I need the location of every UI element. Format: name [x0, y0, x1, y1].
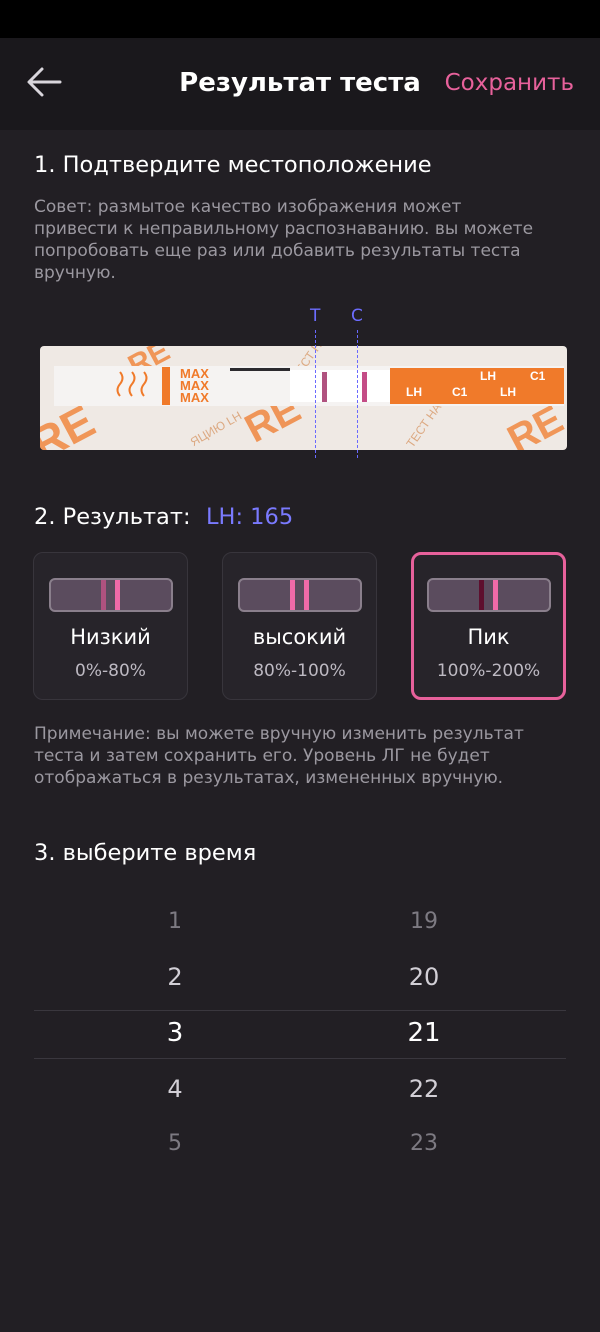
lh-value: LH: 165	[206, 504, 294, 530]
hour-item[interactable]: 2	[115, 963, 235, 991]
step1-hint: Совет: размытое качество изображения мож…	[34, 196, 574, 284]
t-line-peak	[479, 580, 484, 610]
option-range: 80%-100%	[253, 661, 346, 681]
step2-title: 2. Результат:	[34, 504, 191, 530]
marker-t-label: T	[310, 306, 321, 326]
minute-item[interactable]: 20	[364, 963, 484, 991]
minute-item-selected[interactable]: 21	[364, 1018, 484, 1048]
strip-icon	[49, 578, 173, 612]
save-button[interactable]: Сохранить	[445, 70, 574, 96]
option-peak[interactable]: Пик 100%-200%	[411, 552, 566, 700]
strip-max-text: MAX	[180, 390, 209, 405]
step2-note: Примечание: вы можете вручную изменить р…	[34, 723, 574, 789]
hint-line: попробовать еще раз или добавить результ…	[34, 241, 521, 261]
hour-item-selected[interactable]: 3	[115, 1018, 235, 1048]
minute-item[interactable]: 23	[364, 1131, 484, 1156]
picker-selection-top-divider	[34, 1010, 566, 1011]
step1-title: 1. Подтвердите местоположение	[34, 152, 432, 178]
time-picker[interactable]: 1 2 3 4 5 19 20 21 22 23	[34, 890, 566, 1180]
step3-title: 3. выберите время	[34, 840, 257, 866]
t-line-low	[101, 580, 106, 610]
option-name: Низкий	[70, 625, 151, 649]
strip-markers: T C	[0, 306, 600, 330]
option-name: высокий	[252, 625, 347, 649]
t-line-guide[interactable]	[315, 330, 316, 458]
strip-icon	[238, 578, 362, 612]
arrow-left-icon[interactable]	[24, 62, 64, 102]
strip-c1-text: C1	[452, 385, 468, 399]
test-strip-photo: RE RE RE RE ТЕСТ НА ЯЦИЮ LH ТЕСТ НА MAX …	[40, 346, 567, 450]
note-line: теста и затем сохранить его. Уровень ЛГ …	[34, 746, 490, 766]
nav-bar: Результат теста Сохранить	[0, 38, 600, 130]
marker-c-label: C	[351, 306, 363, 326]
option-name: Пик	[467, 625, 510, 649]
hint-line: вручную.	[34, 263, 116, 283]
picker-selection-bottom-divider	[34, 1058, 566, 1059]
strip-lh-text: LH	[406, 385, 422, 399]
minute-item[interactable]: 19	[364, 909, 484, 934]
option-high[interactable]: высокий 80%-100%	[222, 552, 377, 700]
c-line	[304, 580, 309, 610]
option-range: 100%-200%	[436, 661, 541, 681]
strip-lh-text: LH	[480, 369, 496, 383]
option-range: 0%-80%	[75, 661, 146, 681]
c-line	[115, 580, 120, 610]
hint-line: привести к неправильному распознаванию. …	[34, 219, 534, 239]
minute-item[interactable]: 22	[364, 1075, 484, 1103]
hour-item[interactable]: 5	[115, 1131, 235, 1156]
strip-c1-text: C1	[530, 369, 546, 383]
strip-lh-text: LH	[500, 385, 516, 399]
c-line	[493, 580, 498, 610]
test-strip-image: RE RE RE RE ТЕСТ НА ЯЦИЮ LH ТЕСТ НА MAX …	[40, 346, 567, 450]
result-row: 2. Результат: LH: 165	[34, 504, 293, 534]
option-low[interactable]: Низкий 0%-80%	[33, 552, 188, 700]
hint-line: Совет: размытое качество изображения мож…	[34, 197, 462, 217]
t-line-high	[290, 580, 295, 610]
note-line: Примечание: вы можете вручную изменить р…	[34, 724, 524, 744]
hour-item[interactable]: 1	[115, 909, 235, 934]
note-line: отображаться в результатах, измененных в…	[34, 768, 504, 788]
status-bar	[0, 0, 600, 38]
hour-item[interactable]: 4	[115, 1075, 235, 1103]
strip-icon	[427, 578, 551, 612]
c-line-guide[interactable]	[357, 330, 358, 458]
